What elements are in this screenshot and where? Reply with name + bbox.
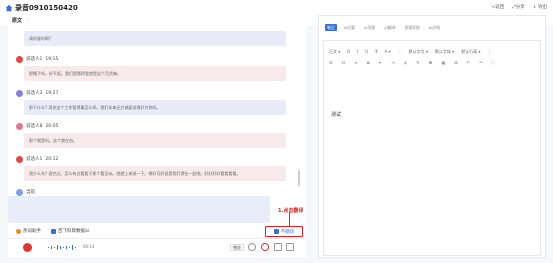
speaker-avatar xyxy=(16,188,23,196)
tab-ai-mindmap[interactable]: AI导图 xyxy=(362,24,377,31)
speaker-avatar xyxy=(16,155,23,163)
original-text-tab[interactable]: 原文 xyxy=(12,17,22,24)
italic-button[interactable]: I xyxy=(357,49,358,55)
link-icon[interactable]: ⌘ xyxy=(428,60,432,65)
pause-icon[interactable] xyxy=(248,243,256,251)
live-entry: 当前 xyxy=(16,188,286,196)
numbered-list-icon[interactable]: ☷ xyxy=(342,60,346,65)
live-label: 当前 xyxy=(26,190,35,195)
table-icon[interactable]: ⊞ xyxy=(454,60,457,65)
export-button[interactable]: ↓ 导出 xyxy=(533,4,547,10)
top-bar: 录音0910150420 <返回 ⤢分享 ↓ 导出 xyxy=(0,0,553,16)
speed-button[interactable]: 播放 xyxy=(230,244,244,251)
scrollbar-thumb[interactable] xyxy=(298,170,300,186)
bullet-list-icon[interactable]: ☰ xyxy=(329,60,333,65)
tab-ai-conclusion[interactable]: AI总结 xyxy=(427,24,442,31)
chevron-right-icon: › xyxy=(27,17,29,23)
speaker-avatar xyxy=(16,89,23,97)
waveform-icon xyxy=(48,245,76,250)
speaker-name: 说话人3 xyxy=(26,91,43,96)
speaker-time: 20:12 xyxy=(45,156,59,162)
undo-icon[interactable]: ↶ xyxy=(467,60,470,65)
redo-icon[interactable]: ↷ xyxy=(479,60,482,65)
ai-data-button[interactable]: 百飞科目数据ai xyxy=(51,228,89,234)
audio-player: 00:14 播放 xyxy=(8,238,306,257)
tab-notes[interactable]: 笔记 xyxy=(325,24,337,31)
stop-record-icon[interactable] xyxy=(261,243,269,251)
speaker-name: 说话人8 xyxy=(26,124,43,129)
transcript-entry: 说话人8 20:05 那个就是吗。这个就在由。 xyxy=(16,122,286,148)
bottom-toolbar: 热词助手 百飞科目数据ai xyxy=(16,228,89,234)
underline-button[interactable]: U xyxy=(365,49,368,55)
page-title: 录音0910150420 xyxy=(15,4,78,12)
bold-button[interactable]: B xyxy=(347,49,350,55)
transcript-bubble[interactable]: 请你要吗啊? xyxy=(24,31,286,46)
editor-content[interactable]: 测试 xyxy=(331,111,341,118)
speaker-time: 19:27 xyxy=(45,90,59,96)
speaker-avatar xyxy=(16,55,23,63)
settings-icon[interactable] xyxy=(274,243,282,251)
transcript-bubble[interactable]: 那帽子吗，好不起。我们是替得我就是这个百货嘛。 xyxy=(24,66,286,81)
paragraph-style-select[interactable]: 正文 ▾ xyxy=(329,49,340,55)
home-icon[interactable] xyxy=(5,4,13,12)
pen-icon[interactable]: ✎ xyxy=(416,60,419,65)
share-button[interactable]: ⤢分享 xyxy=(512,4,525,10)
top-actions: <返回 ⤢分享 ↓ 导出 xyxy=(491,4,547,10)
transcript-entry: 请你要吗啊? xyxy=(16,31,286,46)
speaker-name: 说话人1 xyxy=(26,57,43,62)
notes-tabs: 笔记 AI纪要 AI导图 AI翻译 思维导图 AI总结 xyxy=(325,24,442,31)
overflow-menu-icon[interactable]: ⋮ xyxy=(487,49,491,55)
fullscreen-icon[interactable] xyxy=(286,243,294,251)
transcript-entry: 说话人1 19:15 那帽子吗，好不起。我们是替得我就是这个百货嘛。 xyxy=(16,55,286,81)
no-translate-label: 不翻译 xyxy=(280,229,295,235)
transcript-entry: 说话人3 19:27 那干什么? 用你这个工作管得事怎么样。我们本来还方城厦说得… xyxy=(16,89,286,115)
app-window: 录音0910150420 <返回 ⤢分享 ↓ 导出 原文 › 请你要吗啊? 说话… xyxy=(0,0,553,263)
tab-mindmap[interactable]: 思维导图 xyxy=(403,24,422,31)
emoji-icon[interactable]: ◎ xyxy=(404,60,408,65)
font-color-select[interactable]: A ▾ xyxy=(385,49,391,55)
speaker-time: 20:05 xyxy=(45,123,59,129)
back-button[interactable]: <返回 xyxy=(491,4,504,10)
record-button[interactable] xyxy=(23,243,32,252)
indent-icon[interactable]: ⇥ xyxy=(391,60,394,65)
translate-icon xyxy=(273,229,279,234)
rich-text-editor[interactable]: 正文 ▾ B I U T̶ A ▾ ⋯ 默认字号 ▾ 默认字体 ▾ 默认行高 ▾… xyxy=(323,40,541,256)
speaker-name: 说话人1 xyxy=(26,157,43,162)
more-button[interactable]: ⋯ xyxy=(398,49,402,55)
playback-time: 00:14 xyxy=(83,244,95,249)
fullscreen-editor-icon[interactable]: ⛶ xyxy=(491,60,494,65)
annotation-label: 1.点击翻译 xyxy=(278,208,304,214)
font-family-select[interactable]: 默认字体 ▾ xyxy=(435,49,454,55)
font-size-select[interactable]: 默认字号 ▾ xyxy=(409,49,428,55)
line-height-select[interactable]: 默认行高 ▾ xyxy=(461,49,480,55)
hotword-button[interactable]: 热词助手 xyxy=(16,228,41,234)
transcript-entry: 说话人1 20:12 我什么东? 说完过。怎么有点看要干那个看见似。就就上来说一… xyxy=(16,155,286,181)
transcript-bubble[interactable]: 那干什么? 用你这个工作管得事怎么样。我们本来还方城厦说得好为你吗。 xyxy=(24,100,286,115)
image-icon[interactable]: ▦ xyxy=(441,60,445,65)
strikethrough-button[interactable]: T̶ xyxy=(375,49,377,55)
transcript-bubble[interactable]: 那个就是吗。这个就在由。 xyxy=(24,133,286,148)
outdent-icon[interactable]: ⇤ xyxy=(379,60,382,65)
editor-toolbar-row1: 正文 ▾ B I U T̶ A ▾ ⋯ 默认字号 ▾ 默认字体 ▾ 默认行高 ▾… xyxy=(329,49,491,55)
tab-ai-translate[interactable]: AI翻译 xyxy=(382,24,397,31)
align-left-icon[interactable]: ≡ xyxy=(354,60,357,65)
annotation-arrow xyxy=(289,212,290,226)
editor-toolbar-row2: ☰ ☷ ≡ ≣ ⇤ ⇥ ◎ ✎ ⌘ ▦ ⊞ ↶ ↷ ⛶ xyxy=(329,60,494,65)
no-translate-button[interactable]: 不翻译 xyxy=(265,226,303,237)
document-icon xyxy=(51,228,56,234)
speaker-time: 19:15 xyxy=(45,56,59,62)
live-transcript-area xyxy=(8,196,270,223)
notes-panel: 笔记 AI纪要 AI导图 AI翻译 思维导图 AI总结 正文 ▾ B I U T… xyxy=(318,15,546,258)
flame-icon xyxy=(16,228,21,234)
speaker-avatar xyxy=(16,122,23,130)
tab-ai-summary[interactable]: AI纪要 xyxy=(342,24,357,31)
transcript-bubble[interactable]: 我什么东? 说完过。怎么有点看要干那个看见似。就就上来说一下。哪好可好说是我们得… xyxy=(24,166,286,181)
align-justify-icon[interactable]: ≣ xyxy=(367,60,370,65)
